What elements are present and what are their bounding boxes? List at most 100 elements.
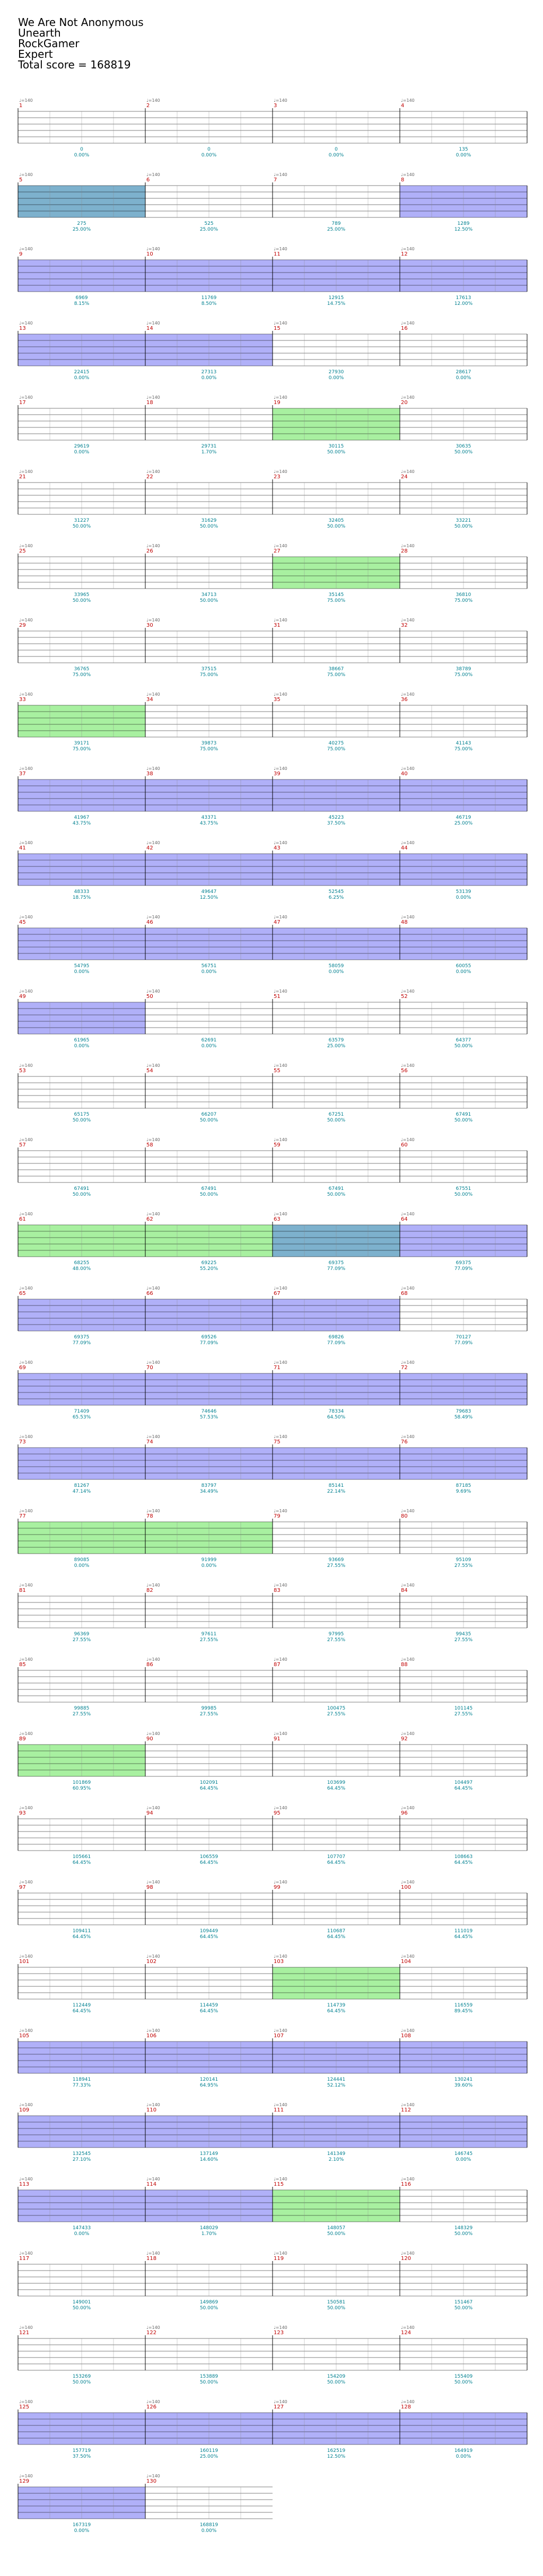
measure-percent: 6.25%	[329, 895, 344, 900]
measure-number: 95	[274, 1810, 281, 1816]
measure-score: 111019	[454, 1929, 473, 1934]
tempo-label: ♩=140	[401, 1731, 415, 1736]
measure-percent: 37.50%	[73, 2454, 91, 2459]
measure-score: 62691	[202, 1038, 217, 1043]
measure-number: 82	[146, 1588, 153, 1593]
measure-score: 102091	[200, 1780, 218, 1785]
measure-number: 113	[19, 2181, 29, 2187]
measure-number: 128	[401, 2404, 411, 2410]
measure-percent: 0.00%	[202, 375, 217, 381]
measure-percent: 0.00%	[74, 969, 90, 975]
measure-score: 85141	[329, 1483, 344, 1488]
tempo-label: ♩=140	[19, 840, 33, 845]
measure-number: 44	[401, 845, 408, 851]
tempo-label: ♩=140	[146, 1063, 160, 1068]
measure-percent: 0.00%	[202, 1563, 217, 1569]
measure-score: 69375	[74, 1335, 90, 1340]
measure-percent: 75.00%	[454, 672, 473, 678]
measure-number: 73	[19, 1439, 26, 1445]
measure-score: 46719	[456, 815, 471, 820]
measure-number: 45	[19, 919, 26, 925]
tempo-label: ♩=140	[19, 469, 33, 474]
measure-number: 78	[146, 1513, 153, 1519]
tempo-label: ♩=140	[19, 692, 33, 697]
measure-score: 28617	[456, 370, 471, 375]
tempo-label: ♩=140	[19, 2474, 33, 2478]
tempo-label: ♩=140	[274, 98, 287, 103]
measure-percent: 50.00%	[454, 450, 473, 455]
measure-number: 83	[274, 1588, 281, 1593]
measure-score: 69225	[202, 1260, 217, 1266]
tempo-label: ♩=140	[146, 1212, 160, 1216]
measure-score: 99985	[202, 1706, 217, 1711]
measure-percent: 0.00%	[456, 2157, 471, 2162]
tempo-label: ♩=140	[274, 321, 287, 326]
tempo-label: ♩=140	[274, 1954, 287, 1959]
measure-number: 81	[19, 1588, 26, 1593]
measure-score: 30115	[329, 444, 344, 449]
measure-percent: 58.49%	[454, 1415, 473, 1420]
measure-percent: 77.09%	[454, 1340, 473, 1346]
measure-number: 85	[19, 1662, 26, 1668]
tempo-label: ♩=140	[401, 321, 415, 326]
measure-score: 99885	[74, 1706, 90, 1711]
measure-number: 91	[274, 1736, 281, 1742]
measure-score: 109411	[73, 1929, 91, 1934]
measure-score: 64377	[456, 1038, 471, 1043]
measure-number: 71	[274, 1365, 281, 1371]
measure-score: 87185	[456, 1483, 471, 1488]
measure-number: 104	[401, 1959, 411, 1965]
measure-percent: 60.95%	[73, 1786, 91, 1791]
measure-percent: 52.12%	[327, 2083, 346, 2088]
tempo-label: ♩=140	[19, 1286, 33, 1291]
tempo-label: ♩=140	[146, 1880, 160, 1885]
measure-number: 86	[146, 1662, 153, 1668]
measure-score: 33965	[74, 592, 90, 598]
measure-score: 37515	[202, 667, 217, 672]
tempo-label: ♩=140	[274, 1360, 287, 1365]
measure-percent: 0.00%	[74, 450, 90, 455]
measure-number: 55	[274, 1068, 281, 1074]
measure-score: 48333	[74, 889, 90, 895]
measure-score: 153889	[200, 2374, 218, 2379]
tempo-label: ♩=140	[401, 395, 415, 400]
measure-percent: 27.55%	[73, 1637, 91, 1643]
measure-score: 147433	[73, 2225, 91, 2231]
measure-percent: 50.00%	[454, 1118, 473, 1123]
measure-number: 20	[401, 400, 408, 406]
measure-number: 76	[401, 1439, 408, 1445]
measure-number: 100	[401, 1885, 411, 1890]
measure-number: 92	[401, 1736, 408, 1742]
measure-score: 789	[331, 221, 340, 226]
tempo-label: ♩=140	[274, 840, 287, 845]
measure-percent: 14.75%	[327, 301, 346, 306]
measure-percent: 12.50%	[200, 895, 218, 900]
measure-percent: 0.00%	[74, 1044, 90, 1049]
measure-percent: 50.00%	[73, 598, 91, 603]
tempo-label: ♩=140	[401, 618, 415, 623]
measure-percent: 27.55%	[327, 1712, 346, 1717]
tempo-label: ♩=140	[274, 2399, 287, 2404]
tempo-label: ♩=140	[146, 1583, 160, 1588]
measure-score: 103699	[327, 1780, 346, 1785]
measure-score: 6969	[76, 295, 88, 301]
measure-score: 106559	[200, 1854, 218, 1860]
measure-percent: 64.45%	[454, 1786, 473, 1791]
tempo-label: ♩=140	[401, 1806, 415, 1810]
measure-score: 148029	[200, 2225, 218, 2231]
tempo-label: ♩=140	[401, 989, 415, 994]
measure-number: 110	[146, 2107, 156, 2113]
measure-percent: 75.00%	[73, 747, 91, 752]
measure-number: 125	[19, 2404, 29, 2410]
measure-percent: 14.60%	[200, 2157, 218, 2162]
measure-number: 51	[274, 994, 281, 1000]
measure-percent: 1.70%	[202, 2231, 217, 2237]
tempo-label: ♩=140	[146, 1954, 160, 1959]
measure-number: 116	[401, 2181, 411, 2187]
tempo-label: ♩=140	[401, 1063, 415, 1068]
measure-percent: 34.49%	[200, 1489, 218, 1494]
measure-number: 33	[19, 697, 26, 703]
measure-number: 6	[146, 177, 150, 183]
tempo-label: ♩=140	[274, 172, 287, 177]
tempo-label: ♩=140	[146, 2474, 160, 2478]
